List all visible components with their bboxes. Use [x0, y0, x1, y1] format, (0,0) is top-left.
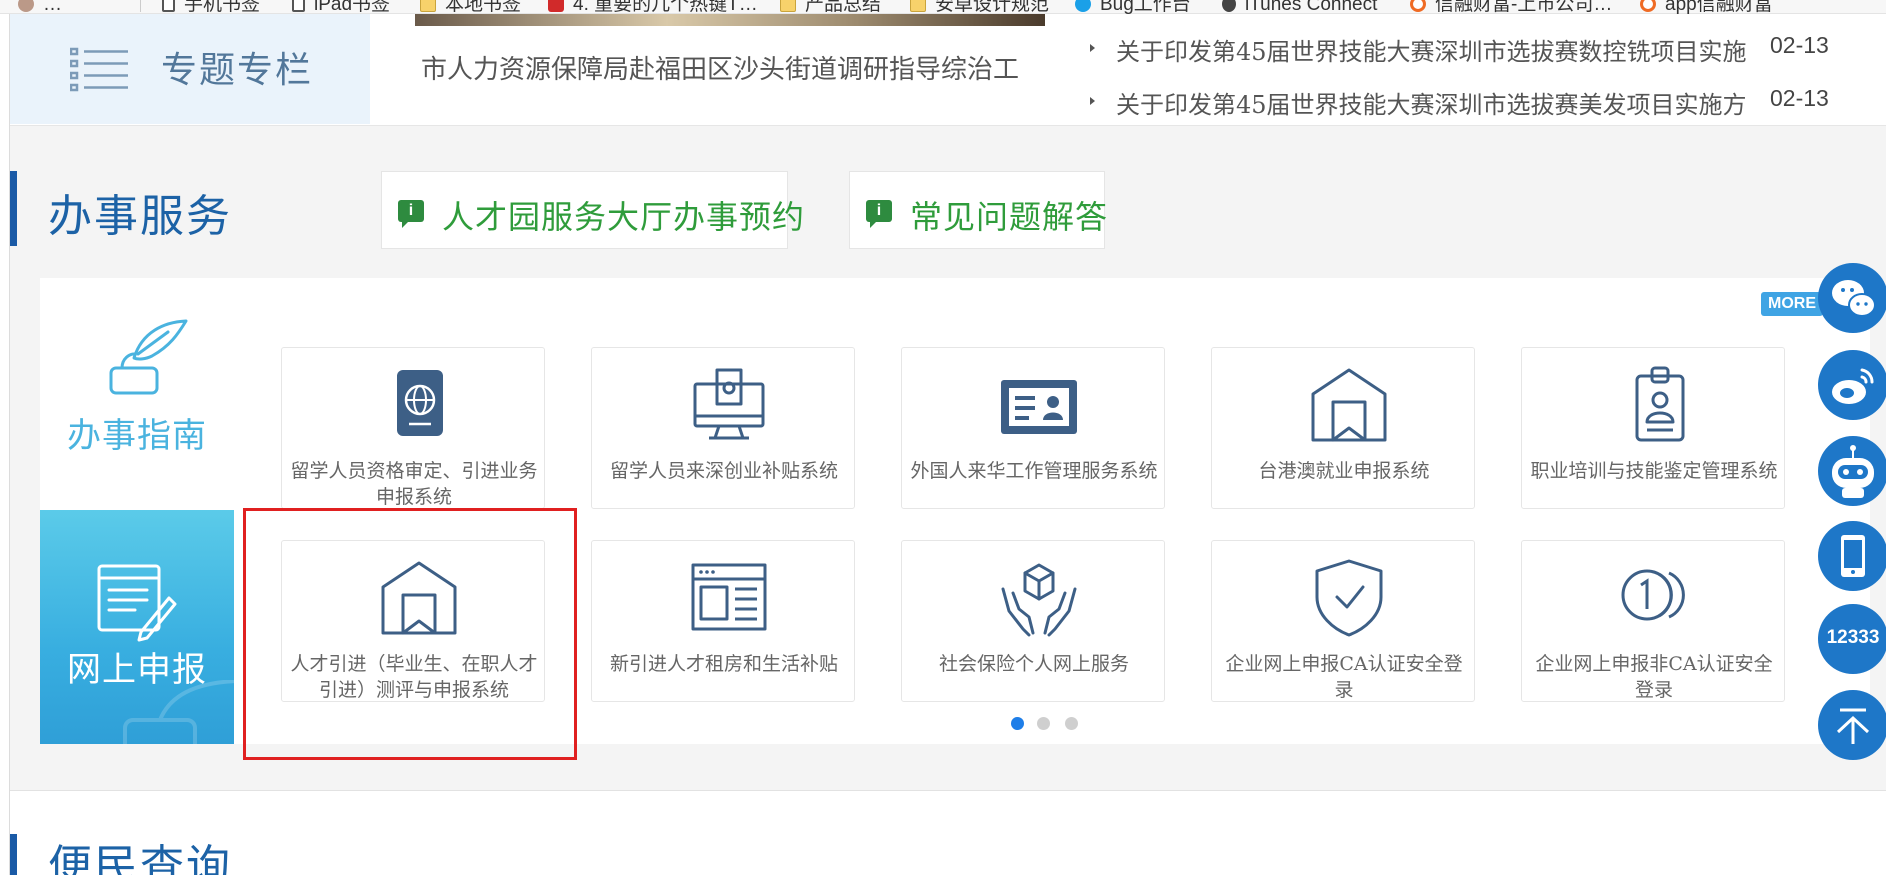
bullet-icon — [1090, 97, 1095, 105]
coins-icon — [1621, 569, 1685, 621]
bookmark-label: iPad书签 — [314, 0, 391, 15]
bookmark-label: … — [43, 0, 62, 15]
service-tile[interactable]: 职业培训与技能鉴定管理系统 — [1521, 347, 1785, 509]
service-tile-label: 留学人员来深创业补贴系统 — [609, 460, 838, 482]
page-icon — [292, 0, 305, 12]
bullet-icon — [1090, 44, 1095, 52]
bookmark-label: Bug工作台 — [1100, 0, 1191, 15]
avatar-icon — [18, 0, 34, 12]
folder-icon — [780, 0, 796, 12]
house-bookmark-icon — [1311, 368, 1387, 442]
carousel-dot[interactable] — [1065, 717, 1078, 730]
hands-box-icon — [1001, 563, 1077, 637]
divider — [140, 0, 141, 12]
folder-icon — [910, 0, 926, 12]
info-chat-icon: i — [866, 200, 892, 228]
badge-clipboard-icon — [1635, 366, 1685, 442]
back-to-top-icon — [1836, 708, 1870, 744]
bookmark-label: 4. 重要的几个热键T… — [573, 0, 758, 15]
orange-logo-icon — [1410, 0, 1426, 12]
more-button[interactable]: MORE — [1761, 292, 1823, 316]
appointment-button[interactable]: i 人才园服务大厅办事预约 — [381, 171, 804, 249]
service-tile-label: 职业培训与技能鉴定管理系统 — [1530, 460, 1778, 482]
service-tile[interactable]: 企业网上申报非CA认证安全登录 — [1521, 540, 1785, 702]
back-to-top-button[interactable] — [1818, 690, 1886, 760]
mobile-app-button[interactable] — [1818, 521, 1886, 591]
service-tile-label: 外国人来华工作管理服务系统 — [910, 460, 1158, 482]
folder-icon — [420, 0, 436, 12]
faq-label: 常见问题解答 — [910, 198, 1109, 236]
news-item-date: 02-13 — [1762, 32, 1829, 59]
carousel-dot[interactable] — [1011, 717, 1024, 730]
id-card-icon — [1001, 380, 1077, 434]
news-item-title[interactable]: 关于印发第45届世界技能大赛深圳市选拔赛数控铣项目实施 — [1116, 32, 1836, 67]
news-list-item[interactable]: 关于印发第45届世界技能大赛深圳市选拔赛数控铣项目实施 02-13 — [1090, 32, 1870, 68]
tab-guide-label: 办事指南 — [67, 416, 207, 456]
carousel-dot[interactable] — [1037, 717, 1050, 730]
form-edit-icon — [97, 564, 177, 642]
service-tile[interactable]: 留学人员资格审定、引进业务申报系统 — [281, 347, 545, 509]
robot-assistant-button[interactable] — [1818, 436, 1886, 506]
weibo-icon — [1832, 368, 1874, 404]
divider — [9, 14, 10, 875]
news-headline[interactable]: 市人力资源保障局赴福田区沙头街道调研指导综治工 — [421, 49, 1043, 86]
bookmark-label: 产品总结 — [805, 0, 882, 15]
passport-icon — [397, 370, 443, 436]
section-title: 便民查询 — [48, 841, 232, 875]
info-chat-icon: i — [398, 200, 424, 228]
hotline-number: 12333 — [1826, 627, 1880, 648]
list-icon — [70, 47, 128, 92]
bookmark-label: 安卓设计规范 — [935, 0, 1050, 15]
weibo-button[interactable] — [1818, 350, 1886, 420]
quill-pen-icon — [109, 319, 188, 395]
service-tile[interactable]: 社会保险个人网上服务 — [901, 540, 1165, 702]
shield-check-icon — [1315, 559, 1383, 637]
bug-icon — [1075, 0, 1091, 12]
news-item-date: 02-13 — [1762, 85, 1829, 112]
hotline-button[interactable]: 12333 — [1818, 604, 1886, 674]
service-tile-label: 台港澳就业申报系统 — [1258, 460, 1430, 482]
bookmark-label: iTunes Connect — [1245, 0, 1378, 15]
tab-online-filing[interactable]: 网上申报 — [40, 510, 234, 744]
highlight-box — [243, 508, 577, 760]
news-image[interactable] — [415, 14, 1045, 26]
bookmark-label: 信融财富-上市公司… — [1435, 0, 1613, 15]
service-tile[interactable]: 企业网上申报CA认证安全登录 — [1211, 540, 1475, 702]
bookmarks-bar: … 手机书签 iPad书签 本地书签 4. 重要的几个热键T… 产品总结 安卓设… — [0, 0, 1886, 15]
browser-window-icon — [691, 563, 767, 631]
topic-title[interactable]: 专题专栏 — [161, 41, 313, 93]
wechat-button[interactable] — [1818, 263, 1886, 333]
orange-logo-icon — [1640, 0, 1656, 12]
service-tile-label: 企业网上申报非CA认证安全登录 — [1535, 653, 1773, 701]
bookmark-red-icon — [548, 0, 564, 12]
news-list-item[interactable]: 关于印发第45届世界技能大赛深圳市选拔赛美发项目实施方 02-13 — [1090, 85, 1870, 121]
convenience-section — [10, 791, 1886, 875]
section-accent-bar — [10, 834, 17, 875]
bookmark-label: 手机书签 — [184, 0, 261, 15]
wechat-icon — [1832, 280, 1876, 317]
bookmark-label: app信融财富 — [1665, 0, 1773, 15]
news-item-title[interactable]: 关于印发第45届世界技能大赛深圳市选拔赛美发项目实施方 — [1116, 85, 1836, 120]
section-title: 办事服务 — [48, 191, 232, 242]
appointment-label: 人才园服务大厅办事预约 — [442, 198, 806, 236]
page-icon — [162, 0, 175, 12]
service-tile-label: 社会保险个人网上服务 — [938, 653, 1129, 675]
mobile-icon — [1841, 535, 1865, 577]
bookmark-label: 本地书签 — [445, 0, 522, 15]
section-accent-bar — [10, 171, 17, 246]
service-tile[interactable]: 留学人员来深创业补贴系统 — [591, 347, 855, 509]
computer-badge-icon — [693, 368, 765, 440]
apple-icon — [1222, 0, 1236, 12]
service-tile[interactable]: 外国人来华工作管理服务系统 — [901, 347, 1165, 509]
robot-icon — [1832, 445, 1874, 498]
service-tile-label: 企业网上申报CA认证安全登录 — [1225, 653, 1463, 701]
service-tile[interactable]: 新引进人才租房和生活补贴 — [591, 540, 855, 702]
faq-button[interactable]: i 常见问题解答 — [849, 171, 1109, 249]
service-tile-label: 新引进人才租房和生活补贴 — [609, 653, 838, 675]
service-tile-label: 留学人员资格审定、引进业务申报系统 — [290, 460, 538, 508]
quill-pen-icon — [123, 680, 234, 744]
service-tile[interactable]: 台港澳就业申报系统 — [1211, 347, 1475, 509]
